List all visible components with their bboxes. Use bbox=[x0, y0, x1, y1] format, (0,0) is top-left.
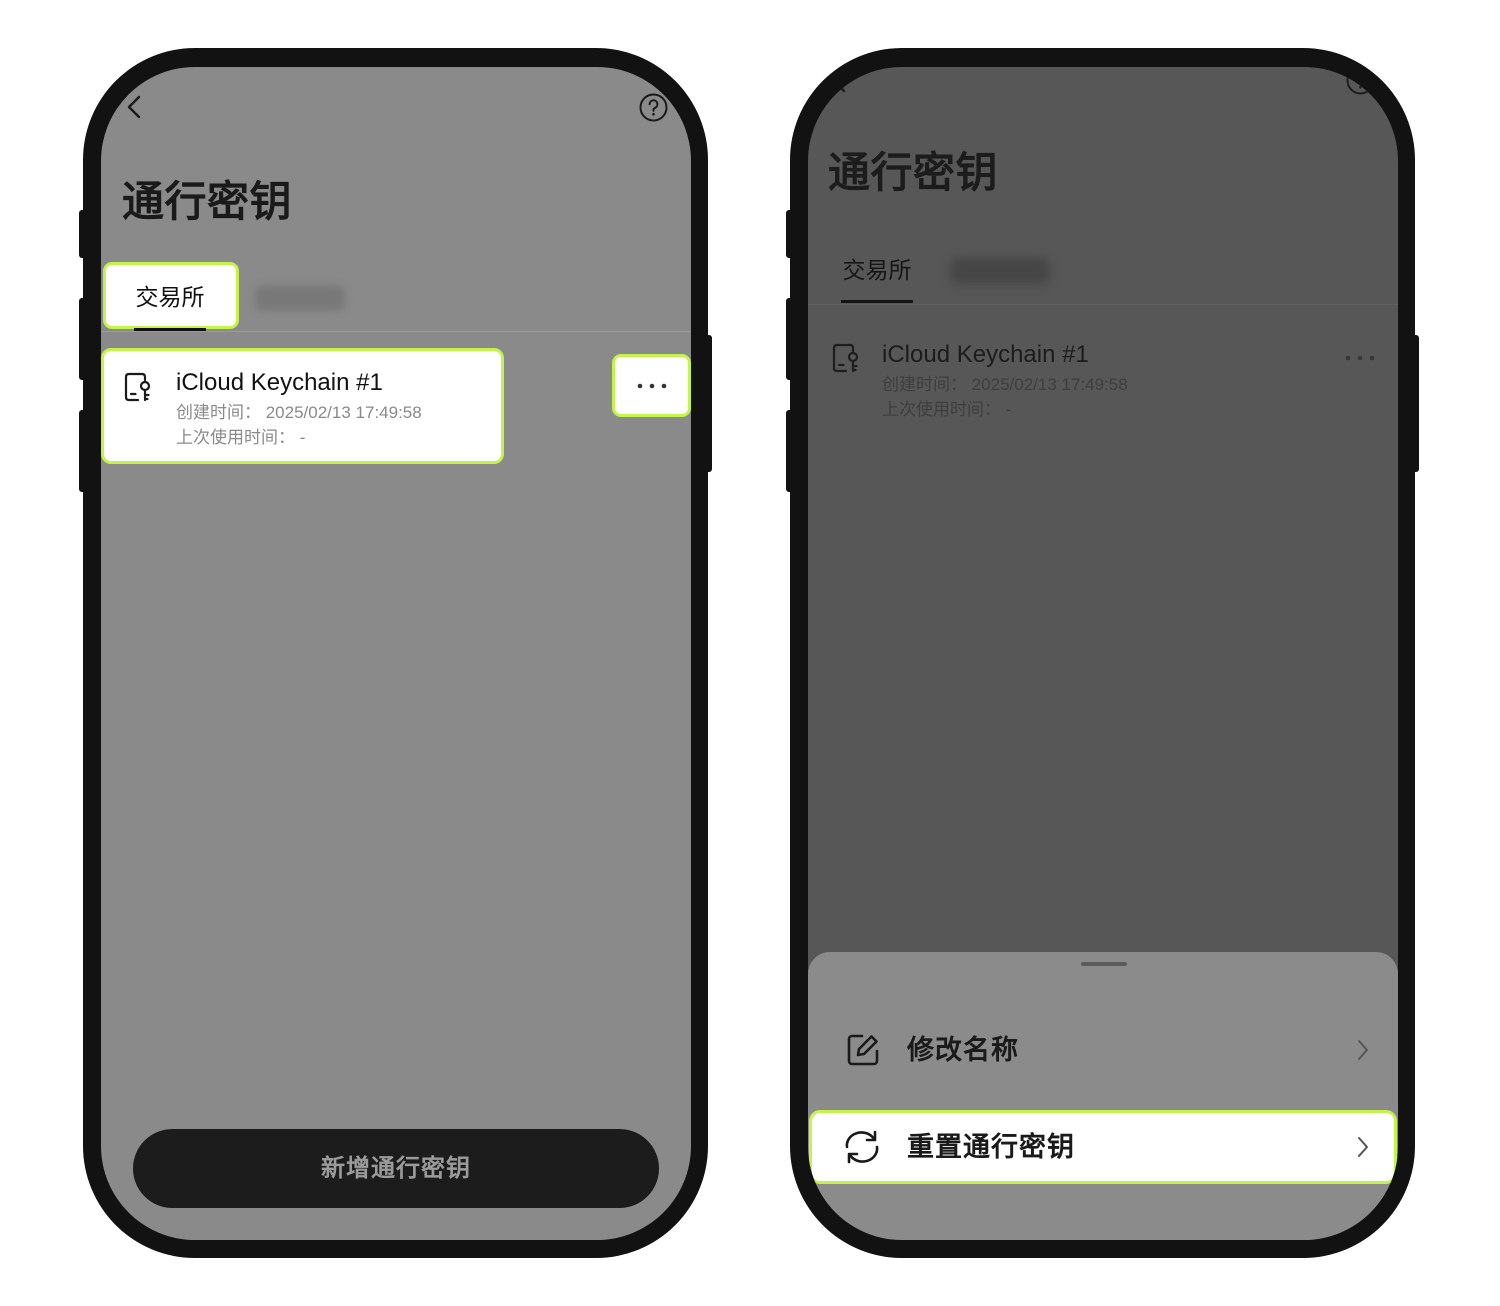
back-button[interactable] bbox=[832, 69, 846, 93]
tab-exchange[interactable]: 交易所 bbox=[103, 262, 239, 329]
left-screen: 通行密钥 交易所 iCloud Keychain #1 创建时间： 2025/0… bbox=[101, 67, 691, 1240]
left-phone-frame: 通行密钥 交易所 iCloud Keychain #1 创建时间： 2025/0… bbox=[83, 48, 708, 1258]
passkey-item[interactable]: iCloud Keychain #1 创建时间： 2025/02/13 17:4… bbox=[101, 348, 504, 464]
more-button[interactable] bbox=[1345, 355, 1375, 361]
chevron-right-icon bbox=[1357, 1039, 1369, 1061]
page-title: 通行密钥 bbox=[122, 178, 293, 225]
add-passkey-button[interactable]: 新增通行密钥 bbox=[133, 1129, 659, 1208]
help-button[interactable] bbox=[639, 93, 668, 122]
more-dots-icon bbox=[637, 383, 667, 389]
action-sheet: 修改名称 重置通行密钥 bbox=[808, 952, 1398, 1240]
passkey-item[interactable]: iCloud Keychain #1 创建时间： 2025/02/13 17:4… bbox=[808, 329, 1398, 429]
passkey-created: 创建时间： 2025/02/13 17:49:58 bbox=[176, 403, 422, 422]
help-icon bbox=[1346, 67, 1375, 95]
more-button[interactable] bbox=[612, 354, 691, 417]
back-button[interactable] bbox=[127, 95, 141, 119]
tab-label: 交易所 bbox=[135, 284, 205, 310]
passkey-last-used: 上次使用时间： - bbox=[882, 400, 1012, 419]
blurred-tab bbox=[950, 258, 1050, 284]
passkey-name: iCloud Keychain #1 bbox=[176, 369, 383, 396]
right-screen: 通行密钥 交易所 iCloud Keychain #1 创建时间： 2025/0… bbox=[808, 67, 1398, 1240]
passkey-created: 创建时间： 2025/02/13 17:49:58 bbox=[882, 375, 1128, 394]
help-icon bbox=[639, 93, 668, 122]
tab-exchange[interactable]: 交易所 bbox=[841, 255, 913, 285]
rename-label: 修改名称 bbox=[907, 1035, 1019, 1065]
rename-option[interactable]: 修改名称 bbox=[808, 1012, 1398, 1088]
reset-passkey-option[interactable]: 重置通行密钥 bbox=[809, 1110, 1397, 1184]
tab-divider bbox=[808, 304, 1398, 305]
chevron-left-icon bbox=[832, 69, 846, 93]
blurred-tab bbox=[255, 285, 345, 311]
passkey-document-icon bbox=[832, 343, 860, 373]
active-tab-indicator bbox=[841, 300, 913, 303]
help-button[interactable] bbox=[1346, 67, 1375, 95]
tab-divider bbox=[101, 331, 691, 332]
refresh-icon bbox=[843, 1129, 881, 1165]
sheet-handle[interactable] bbox=[1081, 962, 1127, 966]
passkey-name: iCloud Keychain #1 bbox=[882, 341, 1089, 368]
edit-icon bbox=[845, 1032, 881, 1068]
passkey-document-icon bbox=[124, 372, 152, 402]
more-dots-icon bbox=[1345, 355, 1375, 361]
active-tab-indicator bbox=[134, 328, 206, 331]
right-phone-frame: 通行密钥 交易所 iCloud Keychain #1 创建时间： 2025/0… bbox=[790, 48, 1415, 1258]
page-title: 通行密钥 bbox=[828, 149, 999, 196]
passkey-last-used: 上次使用时间： - bbox=[176, 428, 306, 447]
reset-passkey-label: 重置通行密钥 bbox=[907, 1132, 1075, 1162]
chevron-left-icon bbox=[127, 95, 141, 119]
chevron-right-icon bbox=[1357, 1136, 1369, 1158]
